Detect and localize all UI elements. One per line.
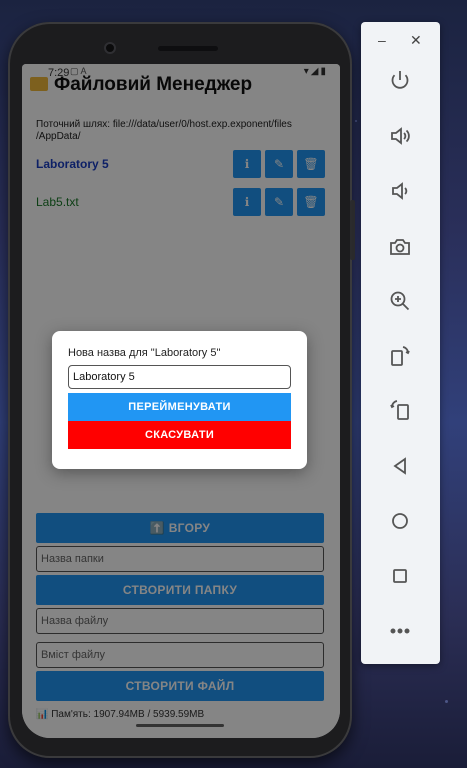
home-icon[interactable] [386, 507, 414, 535]
dialog-label: Нова назва для "Laboratory 5" [68, 347, 221, 359]
back-icon[interactable] [386, 452, 414, 480]
emulator-controls: – ✕ [361, 22, 440, 664]
rename-button[interactable]: ПЕРЕЙМЕНУВАТИ [68, 393, 291, 421]
camera-icon[interactable] [386, 233, 414, 261]
rotate-left-icon[interactable] [386, 396, 414, 424]
zoom-in-icon[interactable] [386, 287, 414, 315]
phone-side-button [350, 200, 355, 260]
volume-up-icon[interactable] [386, 122, 414, 150]
power-icon[interactable] [386, 66, 414, 94]
app-screen: 7:29 ▢ A ▾◢▮ Файловий Менеджер Поточний … [22, 64, 340, 738]
minimize-button[interactable]: – [378, 32, 386, 48]
rename-input[interactable]: Laboratory 5 [68, 365, 291, 389]
speaker-grille [158, 46, 218, 51]
cancel-button[interactable]: СКАСУВАТИ [68, 421, 291, 449]
front-camera [104, 42, 116, 54]
gesture-bar[interactable] [136, 724, 224, 727]
close-button[interactable]: ✕ [410, 32, 422, 49]
more-icon[interactable] [386, 617, 414, 645]
volume-down-icon[interactable] [386, 177, 414, 205]
rotate-right-icon[interactable] [386, 342, 414, 370]
overview-icon[interactable] [386, 562, 414, 590]
rename-dialog: Нова назва для "Laboratory 5" Laboratory… [52, 331, 307, 469]
